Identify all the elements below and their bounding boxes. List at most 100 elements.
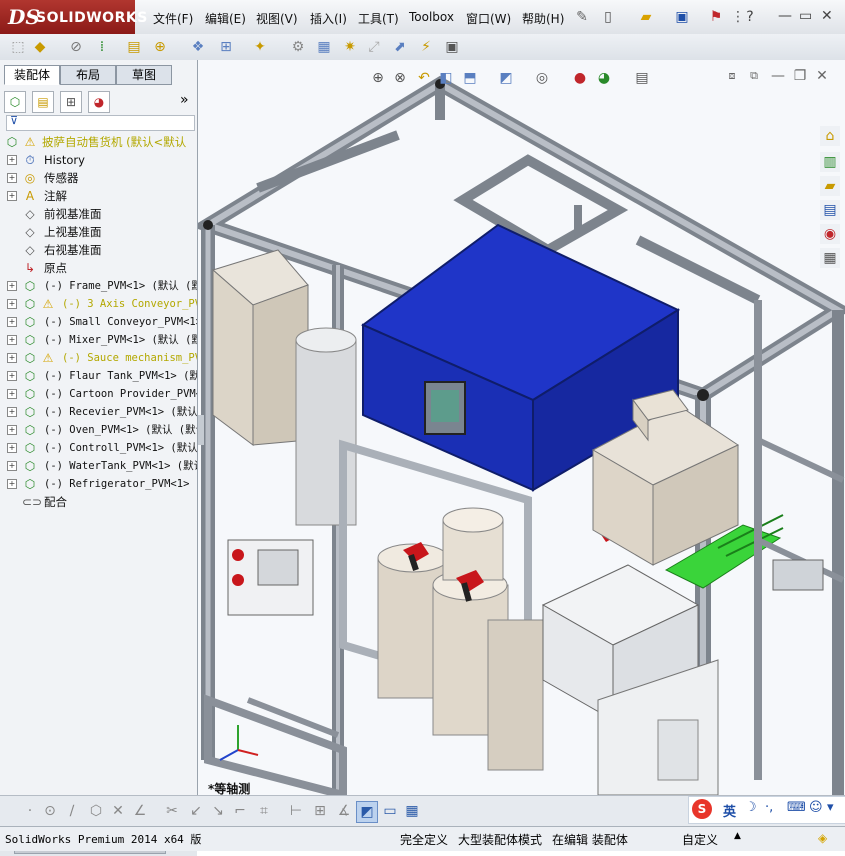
polygon-icon[interactable]: ⬡ <box>86 801 106 821</box>
tree-item[interactable]: + ⬡ (-) WaterTank_PVM<1> (默认 <box>0 457 197 475</box>
view-settings-icon[interactable]: ▤ <box>632 68 652 88</box>
expand-icon[interactable]: + <box>7 407 17 417</box>
tile-vertical-icon[interactable]: ▦ <box>402 801 422 821</box>
tree-item[interactable]: + ⬡ (-) Refrigerator_PVM<1> ( <box>0 475 197 493</box>
tree-item[interactable]: ⊂⊃ 配合 <box>0 493 197 511</box>
punctuation-icon[interactable]: ·, <box>765 800 773 815</box>
zoom-to-fit-icon[interactable]: ⊕ <box>368 68 388 88</box>
viewport-link-icon[interactable]: ⧉ <box>744 66 764 86</box>
tree-item[interactable]: + ⬡ (-) Recevier_PVM<1> (默认 <box>0 403 197 421</box>
tree-item[interactable]: + A 注解 <box>0 187 197 205</box>
line-icon[interactable]: ∕ <box>62 801 82 821</box>
close-button[interactable]: ✕ <box>821 8 833 24</box>
file-explorer-icon[interactable]: ▰ <box>820 176 840 196</box>
expand-icon[interactable]: + <box>7 479 17 489</box>
expand-icon[interactable]: + <box>7 353 17 363</box>
shaded-view-icon[interactable]: ◩ <box>356 801 378 823</box>
corner-icon[interactable]: ⌐ <box>230 801 250 821</box>
tree-item[interactable]: + ⬡ ⚠ (-) Sauce mechanism_PVM <box>0 349 197 367</box>
assembly-features-icon[interactable]: ⊞ <box>216 37 236 57</box>
expand-icon[interactable]: + <box>7 155 17 165</box>
menu-view[interactable]: 视图(V) <box>256 10 298 27</box>
new-document-icon[interactable]: ▯ <box>598 7 618 27</box>
ime-language[interactable]: 英 <box>723 801 736 820</box>
status-units[interactable]: 自定义 <box>682 831 718 848</box>
apply-scene-icon[interactable]: ◕ <box>594 68 614 88</box>
expand-icon[interactable]: + <box>7 461 17 471</box>
convert-icon[interactable]: ↙ <box>186 801 206 821</box>
viewport-restore-icon[interactable]: ❐ <box>790 66 810 86</box>
edit-appearance-icon[interactable]: ● <box>570 68 590 88</box>
tree-item[interactable]: + ⬡ (-) Small Conveyor_PVM<1> <box>0 313 197 331</box>
viewport-split-icon[interactable]: ⧈ <box>722 66 742 86</box>
tree-filter[interactable]: ⊽ <box>6 114 195 131</box>
expand-icon[interactable]: + <box>7 281 17 291</box>
split-icon[interactable]: ✂ <box>162 801 182 821</box>
tree-item[interactable]: + ⬡ (-) Cartoon Provider_PVM< <box>0 385 197 403</box>
move-component-icon[interactable]: ⊕ <box>150 37 170 57</box>
open-folder-icon[interactable]: ▰ <box>636 7 656 27</box>
tree-item[interactable]: + ⬡ (-) Flaur Tank_PVM<1> (默认 <box>0 367 197 385</box>
insert-component-icon[interactable]: ⬚ <box>8 37 28 57</box>
tree-item[interactable]: + ⬡ ⚠ (-) 3 Axis Conveyor_PVM <box>0 295 197 313</box>
tree-item[interactable]: ◇ 上视基准面 <box>0 223 197 241</box>
point-icon[interactable]: · <box>20 801 40 821</box>
expand-icon[interactable]: + <box>7 425 17 435</box>
tree-item[interactable]: + ⬡ (-) Oven_PVM<1> (默认 (默认 <box>0 421 197 439</box>
viewport-close-icon[interactable]: ✕ <box>812 66 832 86</box>
design-library-icon[interactable]: ▥ <box>820 152 840 172</box>
menu-insert[interactable]: 插入(I) <box>310 10 347 27</box>
menu-help[interactable]: 帮助(H) <box>522 10 564 27</box>
tab-assembly[interactable]: 装配体 <box>4 65 60 85</box>
reference-geometry-icon[interactable]: ✦ <box>250 37 270 57</box>
custom-properties-icon[interactable]: ▦ <box>820 248 840 268</box>
property-manager-icon[interactable]: ▤ <box>32 91 54 113</box>
expand-icon[interactable]: + <box>7 173 17 183</box>
view-orientation-icon[interactable]: ⬒ <box>460 68 480 88</box>
expand-panel-icon[interactable]: » <box>180 92 189 108</box>
sogou-logo-icon[interactable]: S <box>692 799 712 819</box>
tree-item[interactable]: + ⬡ (-) Frame_PVM<1> (默认 (默认 <box>0 277 197 295</box>
tab-layout[interactable]: 布局 <box>60 65 116 85</box>
expand-icon[interactable]: + <box>7 335 17 345</box>
linear-pattern-icon[interactable]: ⁞ <box>92 37 112 57</box>
expand-icon[interactable]: + <box>7 317 17 327</box>
notification-icon[interactable]: ◈ <box>818 831 827 845</box>
show-hidden-icon[interactable]: ❖ <box>188 37 208 57</box>
tree-item[interactable]: ↳ 原点 <box>0 259 197 277</box>
restore-button[interactable]: ▭ <box>799 8 812 24</box>
tree-item[interactable]: + ◎ 传感器 <box>0 169 197 187</box>
mate-icon[interactable]: ⊘ <box>66 37 86 57</box>
trim-icon[interactable]: ✕ <box>108 801 128 821</box>
explode-line-icon[interactable]: ⤢ <box>364 37 384 57</box>
user-icon[interactable]: ☺ <box>809 800 823 815</box>
exploded-view-icon[interactable]: ✷ <box>340 37 360 57</box>
menu-tools[interactable]: 工具(T) <box>358 10 399 27</box>
new-part-icon[interactable]: ◆ <box>30 37 50 57</box>
tree-item[interactable]: + ⬡ (-) Controll_PVM<1> (默认 <box>0 439 197 457</box>
expand-icon[interactable]: + <box>7 299 17 309</box>
solidworks-logo[interactable]: DS SOLIDWORKS <box>0 0 147 34</box>
tab-sketch[interactable]: 草图 <box>116 65 172 85</box>
menu-edit[interactable]: 编辑(E) <box>205 10 246 27</box>
tree-item[interactable]: + ⏱ History <box>0 151 197 169</box>
section-view-icon[interactable]: ◧ <box>436 68 456 88</box>
menu-file[interactable]: 文件(F) <box>153 10 193 27</box>
update-speedpak-icon[interactable]: ⚡ <box>416 37 436 57</box>
panel-collapse-handle[interactable] <box>198 415 204 445</box>
expand-icon[interactable]: + <box>7 371 17 381</box>
configuration-manager-icon[interactable]: ⊞ <box>60 91 82 113</box>
circle-icon[interactable]: ⊙ <box>40 801 60 821</box>
hide-show-items-icon[interactable]: ◎ <box>532 68 552 88</box>
help-icon[interactable]: ? <box>740 7 760 27</box>
units-dropdown-icon[interactable]: ▲ <box>734 831 741 841</box>
angle-icon[interactable]: ∡ <box>334 801 354 821</box>
tile-horizontal-icon[interactable]: ▭ <box>380 801 400 821</box>
tree-root-assembly[interactable]: ⬡ ⚠ 披萨自动售货机 (默认<默认 <box>0 133 197 151</box>
pin-icon[interactable]: ✎ <box>572 7 592 27</box>
bill-of-materials-icon[interactable]: ▦ <box>314 37 334 57</box>
tree-item[interactable]: ◇ 前视基准面 <box>0 205 197 223</box>
view-palette-icon[interactable]: ▤ <box>820 200 840 220</box>
viewport-minimize-icon[interactable]: — <box>768 66 788 86</box>
offset-icon[interactable]: ↘ <box>208 801 228 821</box>
